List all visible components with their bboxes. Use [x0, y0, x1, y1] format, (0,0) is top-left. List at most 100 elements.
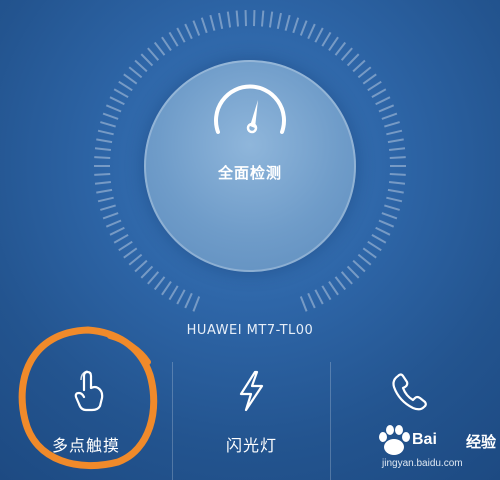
- gauge-tick: [346, 265, 360, 279]
- flashlight-label: 闪光灯: [225, 436, 277, 455]
- gauge-tick: [105, 104, 122, 113]
- device-model-name: HUAWEI MT7-TL00: [186, 323, 314, 338]
- phone-icon: [392, 373, 427, 411]
- gauge-tick: [340, 271, 353, 285]
- gauge-tick: [357, 66, 372, 79]
- gauge-tick: [299, 296, 308, 312]
- gauge-tick: [97, 196, 114, 203]
- gauge-tick: [105, 219, 122, 228]
- gauge-tick: [140, 265, 154, 279]
- gauge-tick: [176, 289, 186, 305]
- gauge-tick: [362, 247, 377, 259]
- gauge-tick: [371, 233, 387, 244]
- gauge-tick: [118, 80, 133, 92]
- gauge-tick: [118, 240, 133, 252]
- gauge-tick: [226, 11, 232, 28]
- gauge-tick: [200, 17, 208, 34]
- gauge-tick: [386, 196, 403, 203]
- gauge-tick: [384, 204, 400, 211]
- gauge-tick: [375, 96, 391, 106]
- gauge-tick: [352, 59, 366, 73]
- gauge-tick: [161, 281, 172, 296]
- gauge-tick: [314, 27, 324, 43]
- gauge-tick: [375, 226, 391, 236]
- gauge-tick: [386, 129, 403, 136]
- gauge-tick: [307, 23, 316, 40]
- gauge-tick: [109, 96, 125, 106]
- gauge-tick: [168, 31, 179, 47]
- gauge-tick: [299, 20, 308, 36]
- gauge-tick: [357, 253, 372, 266]
- gauge-tick: [388, 147, 406, 152]
- gauge-tick: [371, 88, 387, 99]
- gauge-tick: [94, 156, 111, 160]
- gauge-tick: [381, 112, 398, 120]
- gauge-tick: [340, 47, 353, 61]
- baidu-jingyan-watermark: Bai 经验 jingyan.baidu.com: [360, 418, 500, 478]
- gauge-tick: [346, 53, 360, 67]
- gauge-tick: [321, 285, 332, 301]
- gauge-tick: [184, 292, 193, 309]
- gauge-tick: [367, 80, 382, 92]
- gauge-tick: [268, 11, 274, 28]
- gauge-tick: [328, 36, 339, 51]
- gauge-tick: [352, 259, 366, 273]
- gauge-tick: [113, 233, 129, 244]
- gauge-tick: [147, 47, 160, 61]
- gauge-tick: [260, 10, 265, 27]
- watermark-url: jingyan.baidu.com: [382, 458, 463, 469]
- gauge-tick: [147, 271, 160, 285]
- gauge-tick: [100, 204, 116, 211]
- gauge-tick: [161, 36, 172, 51]
- gauge-tick: [102, 212, 119, 220]
- gauge-tick: [209, 14, 216, 31]
- gauge-tick: [140, 53, 154, 67]
- gauge-tick: [192, 20, 201, 36]
- speedometer-icon: [214, 84, 286, 134]
- gauge-tick: [384, 121, 400, 128]
- multitouch-test-button[interactable]: 多点触摸: [0, 362, 172, 480]
- gauge-tick: [378, 219, 395, 228]
- gauge-tick: [235, 10, 240, 27]
- multitouch-label: 多点触摸: [51, 436, 120, 455]
- gauge-tick: [123, 247, 138, 259]
- gauge-tick: [100, 121, 116, 128]
- gauge-tick: [334, 41, 347, 56]
- touch-hand-icon: [74, 370, 104, 412]
- gauge-tick: [109, 226, 125, 236]
- gauge-tick: [102, 112, 119, 120]
- lightning-icon: [239, 370, 264, 412]
- gauge-tick: [284, 14, 291, 31]
- gauge-tick: [192, 296, 201, 312]
- gauge-tick: [328, 281, 339, 296]
- gauge-tick: [153, 276, 166, 291]
- gauge-tick: [334, 276, 347, 291]
- gauge-tick: [97, 129, 114, 136]
- gauge-tick: [123, 73, 138, 85]
- paw-logo-icon: [379, 425, 410, 455]
- full-check-button[interactable]: 全面检测: [144, 60, 356, 272]
- gauge-tick: [362, 73, 377, 85]
- gauge-tick: [153, 41, 166, 56]
- gauge-tick: [314, 289, 324, 305]
- gauge-tick: [96, 138, 113, 144]
- watermark-brand: Bai: [412, 431, 437, 448]
- gauge-tick: [113, 88, 129, 99]
- gauge-tick: [387, 138, 404, 144]
- gauge-tick: [387, 188, 404, 194]
- gauge-tick: [94, 180, 112, 185]
- gauge-tick: [388, 180, 406, 185]
- gauge-tick: [176, 27, 186, 43]
- gauge-tick: [134, 259, 148, 273]
- gauge-tick: [96, 188, 113, 194]
- gauge-tick: [94, 172, 111, 176]
- gauge-tick: [321, 31, 332, 47]
- gauge-tick: [218, 12, 224, 29]
- gauge-tick: [128, 253, 143, 266]
- flashlight-test-button[interactable]: 闪光灯: [173, 362, 330, 480]
- gauge-tick: [378, 104, 395, 113]
- gauge-tick: [292, 17, 300, 34]
- gauge-tick: [276, 12, 282, 29]
- watermark-brand-cn: 经验: [465, 433, 496, 451]
- gauge-tick: [134, 59, 148, 73]
